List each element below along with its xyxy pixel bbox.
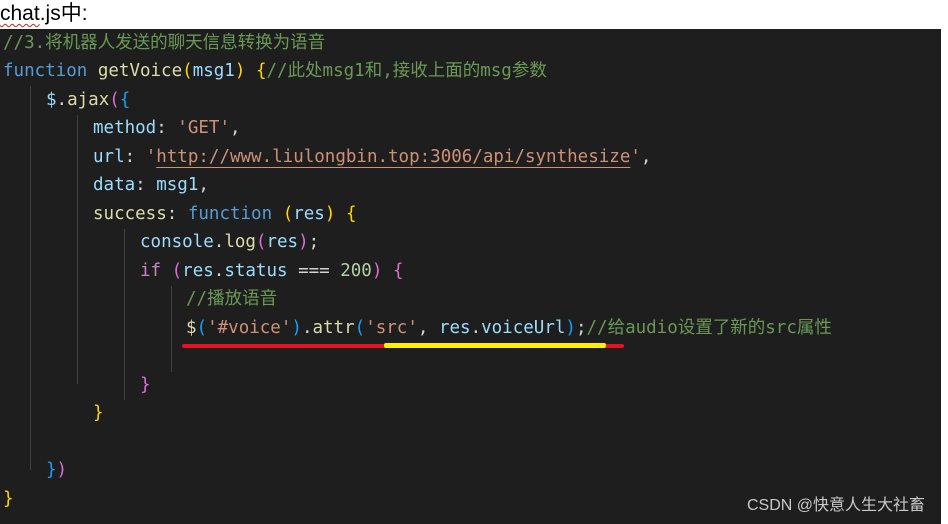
code-line-5: url: 'http://www.liulongbin.top:3006/api… bbox=[93, 147, 652, 167]
code-line-3: $.ajax({ bbox=[46, 90, 131, 110]
code-line-10: //播放语音 bbox=[186, 289, 278, 309]
code-line-11: $('#voice').attr('src', res.voiceUrl);//… bbox=[186, 318, 832, 338]
code-line-2: function getVoice(msg1) {//此处msg1和,接收上面的… bbox=[3, 61, 547, 81]
indent-guide bbox=[77, 115, 78, 384]
code-line-16: }) bbox=[46, 460, 68, 480]
indent-guide bbox=[171, 286, 172, 372]
code-line-14: } bbox=[93, 403, 104, 423]
yellow-highlight-underline bbox=[384, 343, 606, 348]
api-url-link[interactable]: http://www.liulongbin.top:3006/api/synth… bbox=[156, 147, 630, 167]
code-line-7: success: function (res) { bbox=[93, 204, 357, 224]
code-line-4: method: 'GET', bbox=[93, 118, 241, 138]
document-title: chat.js中: bbox=[0, 0, 88, 29]
code-line-9: if (res.status === 200) { bbox=[140, 261, 404, 281]
code-line-6: data: msg1, bbox=[93, 175, 209, 195]
title-rest: .js中: bbox=[39, 2, 88, 25]
indent-guide bbox=[30, 86, 31, 470]
spellcheck-word: chat bbox=[0, 2, 40, 25]
indent-guide bbox=[124, 229, 125, 400]
code-line-17: } bbox=[3, 489, 14, 509]
code-line-8: console.log(res); bbox=[140, 232, 320, 252]
function-name: getVoice bbox=[97, 61, 183, 81]
code-editor[interactable]: //3.将机器人发送的聊天信息转换为语音 function getVoice(m… bbox=[0, 29, 941, 524]
code-line-1: //3.将机器人发送的聊天信息转换为语音 bbox=[3, 33, 326, 53]
csdn-watermark: CSDN @快意人生大社畜 bbox=[746, 497, 925, 514]
code-line-13: } bbox=[140, 375, 151, 395]
